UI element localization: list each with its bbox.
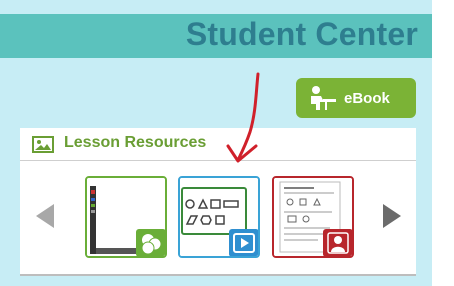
shapes-icon: [141, 234, 162, 255]
resource-thumbnail-video[interactable]: [178, 176, 260, 258]
panel-title: Lesson Resources: [64, 134, 207, 151]
resource-thumbnail-whiteboard[interactable]: [85, 176, 167, 258]
panel-header: Lesson Resources: [20, 128, 416, 161]
play-icon: [233, 233, 255, 253]
resource-thumbnail-worksheet[interactable]: [272, 176, 354, 258]
annotation-arrow-icon: [226, 72, 260, 163]
chevron-right-icon[interactable]: [383, 204, 401, 228]
page-title: Student Center: [185, 16, 418, 52]
person-icon: [327, 232, 349, 254]
resource-badge: [323, 229, 352, 256]
ebook-button[interactable]: eBook: [296, 78, 416, 118]
image-icon: [32, 136, 54, 153]
reader-icon: [311, 86, 336, 110]
resource-badge: [229, 229, 258, 256]
chevron-left-icon[interactable]: [36, 204, 54, 228]
resource-badge: [136, 229, 165, 256]
header-banner: Student Center: [0, 14, 432, 58]
ebook-label: eBook: [344, 89, 390, 107]
